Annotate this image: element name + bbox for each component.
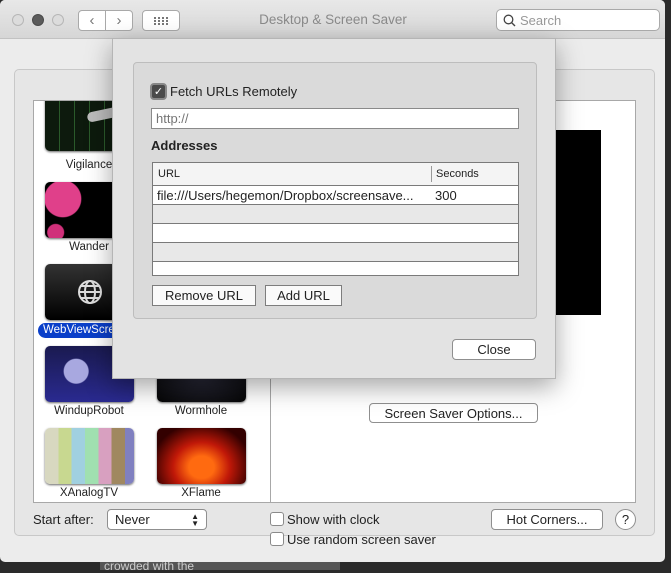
help-button[interactable]: ? bbox=[615, 509, 636, 530]
search-placeholder: Search bbox=[520, 12, 562, 28]
random-saver-checkbox[interactable] bbox=[270, 532, 284, 546]
column-header-seconds[interactable]: Seconds bbox=[436, 168, 479, 180]
url-input[interactable] bbox=[151, 108, 519, 129]
start-after-select[interactable]: Never ▲ ▼ bbox=[107, 509, 207, 530]
fetch-urls-label: Fetch URLs Remotely bbox=[170, 84, 298, 99]
add-url-button[interactable]: Add URL bbox=[265, 285, 342, 306]
start-after-label: Start after: bbox=[33, 512, 94, 527]
fetch-urls-checkbox[interactable]: ✓ bbox=[150, 83, 167, 100]
zoom-window-button[interactable] bbox=[52, 14, 64, 26]
options-box: ✓ Fetch URLs Remotely Addresses URL Seco… bbox=[133, 62, 537, 319]
show-clock-checkbox[interactable] bbox=[270, 512, 284, 526]
row-seconds: 300 bbox=[435, 188, 457, 203]
screen-saver-options-sheet: ✓ Fetch URLs Remotely Addresses URL Seco… bbox=[112, 38, 556, 379]
saver-thumb-xanalogtv[interactable] bbox=[45, 428, 134, 484]
back-button[interactable]: ‹ bbox=[78, 10, 106, 31]
window-title: Desktop & Screen Saver bbox=[259, 12, 407, 27]
screen-saver-options-button[interactable]: Screen Saver Options... bbox=[369, 403, 538, 423]
close-button[interactable]: Close bbox=[452, 339, 536, 360]
chevron-left-icon: ‹ bbox=[89, 12, 95, 29]
table-header: URL Seconds bbox=[153, 163, 518, 186]
search-icon bbox=[503, 14, 516, 26]
saver-label: XAnalogTV bbox=[59, 487, 119, 499]
forward-button[interactable]: › bbox=[105, 10, 133, 31]
table-row-empty bbox=[153, 243, 518, 262]
column-header-url[interactable]: URL bbox=[158, 168, 180, 180]
row-url: file:///Users/hegemon/Dropbox/screensave… bbox=[157, 188, 414, 203]
show-clock-label: Show with clock bbox=[287, 512, 380, 527]
checkmark-icon: ✓ bbox=[153, 86, 164, 98]
hot-corners-button[interactable]: Hot Corners... bbox=[491, 509, 603, 530]
saver-label: WindupRobot bbox=[54, 405, 124, 417]
table-row-empty bbox=[153, 224, 518, 243]
saver-label: Wormhole bbox=[174, 405, 228, 417]
globe-icon bbox=[77, 280, 102, 304]
minimize-window-button[interactable] bbox=[32, 14, 44, 26]
start-after-value: Never bbox=[115, 512, 150, 527]
saver-label: XFlame bbox=[181, 487, 221, 499]
remove-url-button[interactable]: Remove URL bbox=[152, 285, 256, 306]
grid-icon bbox=[154, 16, 168, 25]
addresses-table[interactable]: URL Seconds file:///Users/hegemon/Dropbo… bbox=[152, 162, 519, 276]
addresses-heading: Addresses bbox=[151, 138, 218, 153]
search-field[interactable]: Search bbox=[496, 9, 660, 31]
chevron-right-icon: › bbox=[116, 12, 122, 29]
saver-thumb-xflame[interactable] bbox=[157, 428, 246, 484]
column-divider bbox=[431, 166, 432, 182]
updown-chevron-icon: ▲ ▼ bbox=[191, 511, 199, 528]
show-all-button[interactable] bbox=[142, 10, 180, 31]
table-row[interactable]: file:///Users/hegemon/Dropbox/screensave… bbox=[153, 186, 518, 205]
title-bar: ‹ › Desktop & Screen Saver Search bbox=[0, 0, 665, 39]
table-row-empty bbox=[153, 205, 518, 224]
close-window-button[interactable] bbox=[12, 14, 24, 26]
random-saver-label: Use random screen saver bbox=[287, 532, 436, 547]
preferences-window: ‹ › Desktop & Screen Saver Search Vigila… bbox=[0, 0, 665, 562]
